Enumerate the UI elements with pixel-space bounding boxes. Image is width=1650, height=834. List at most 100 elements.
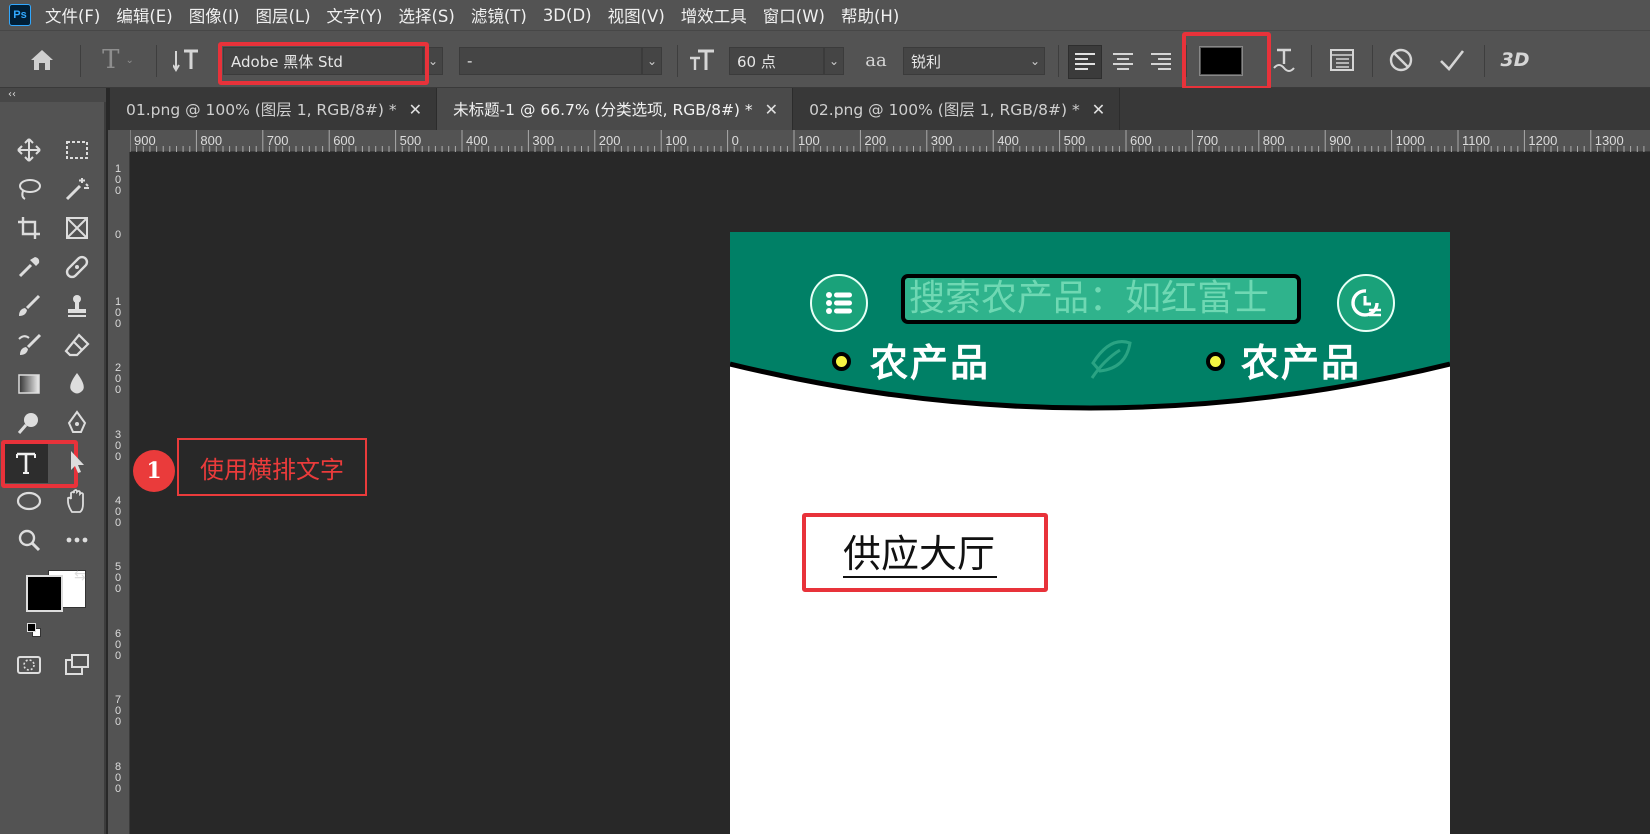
- align-center-button[interactable]: [1106, 45, 1140, 79]
- gradient-tool[interactable]: [9, 367, 49, 401]
- menu-3d[interactable]: 3D(D): [543, 6, 592, 25]
- font-style-dropdown[interactable]: ⌄: [642, 47, 662, 75]
- eyedropper-icon: [18, 257, 40, 278]
- separator: [1058, 45, 1059, 77]
- nav-label-right[interactable]: 农产品: [1241, 332, 1361, 387]
- menu-select[interactable]: 选择(S): [398, 3, 454, 27]
- character-panel-button[interactable]: [1323, 43, 1361, 77]
- screen-mode-button[interactable]: [57, 648, 97, 682]
- menu-edit[interactable]: 编辑(E): [116, 3, 172, 27]
- menu-bar: Ps 文件(F) 编辑(E) 图像(I) 图层(L) 文字(Y) 选择(S) 滤…: [0, 0, 1650, 30]
- menu-type[interactable]: 文字(Y): [327, 3, 383, 27]
- document-tabs: 01.png @ 100% (图层 1, RGB/8#) * ✕ 未标题-1 @…: [110, 88, 1650, 130]
- separator: [1311, 45, 1312, 77]
- horizontal-type-tool[interactable]: [4, 443, 48, 483]
- cancel-icon: [1389, 48, 1413, 72]
- antialias-dropdown[interactable]: ⌄: [1025, 47, 1045, 75]
- ruler-label: 900: [1329, 133, 1351, 148]
- font-size-button[interactable]: [684, 43, 720, 77]
- text-layer-supply-hall[interactable]: 供应大厅: [843, 532, 998, 578]
- font-style-field[interactable]: -: [459, 47, 642, 75]
- close-icon[interactable]: ✕: [1092, 100, 1105, 119]
- menu-help[interactable]: 帮助(H): [841, 3, 899, 27]
- menu-filter[interactable]: 滤镜(T): [471, 3, 527, 27]
- font-size-field[interactable]: 60 点: [729, 47, 824, 75]
- antialias-button[interactable]: aa: [858, 43, 894, 77]
- text-orientation-toggle[interactable]: [168, 43, 208, 77]
- marquee-tool[interactable]: [57, 133, 97, 167]
- menu-plugins[interactable]: 增效工具: [681, 3, 747, 27]
- lasso-tool[interactable]: [9, 172, 49, 206]
- nav-bullet-dot: [832, 352, 851, 371]
- ruler-label: 900: [134, 133, 156, 148]
- separator: [1372, 45, 1373, 77]
- horizontal-ruler[interactable]: 900 800 700 600 500 400 300 200 100 0 100 200 300 400…: [130, 130, 1650, 152]
- lasso-icon: [19, 179, 41, 200]
- ruler-label: 1000: [1395, 133, 1425, 148]
- menu-view[interactable]: 视图(V): [608, 3, 665, 27]
- document-tab[interactable]: 02.png @ 100% (图层 1, RGB/8#) * ✕: [793, 88, 1121, 130]
- quick-mask-button[interactable]: [9, 648, 49, 682]
- font-size-icon: [690, 49, 714, 70]
- eraser-tool[interactable]: [57, 328, 97, 362]
- blur-tool[interactable]: [57, 367, 97, 401]
- foreground-color-swatch[interactable]: [26, 575, 63, 612]
- ruler-label: 300: [114, 428, 122, 463]
- frame-tool[interactable]: [57, 211, 97, 245]
- screen-mode-icon: [65, 654, 89, 675]
- history-round-button[interactable]: [1337, 274, 1395, 332]
- ruler-label: 300: [532, 133, 555, 148]
- warp-text-button[interactable]: [1266, 43, 1302, 77]
- vertical-ruler[interactable]: 100 0 100 200 300 400 500 600 700 800: [108, 152, 130, 834]
- clone-stamp-tool[interactable]: [57, 289, 97, 323]
- crop-tool[interactable]: [9, 211, 49, 245]
- eyedropper-tool[interactable]: [9, 250, 49, 284]
- zoom-tool[interactable]: [9, 523, 49, 557]
- close-icon[interactable]: ✕: [409, 100, 422, 119]
- pen-tool[interactable]: [57, 406, 97, 440]
- menu-file[interactable]: 文件(F): [45, 3, 100, 27]
- home-button[interactable]: [22, 43, 62, 77]
- dodge-tool[interactable]: [9, 406, 49, 440]
- font-family-dropdown[interactable]: ⌄: [423, 47, 443, 75]
- path-selection-tool[interactable]: [57, 445, 97, 479]
- brush-icon: [19, 294, 41, 316]
- toolbar-collapse-button[interactable]: ‹‹: [0, 88, 106, 102]
- 3d-button[interactable]: 3D: [1495, 43, 1535, 77]
- cancel-button[interactable]: [1383, 43, 1419, 77]
- close-icon[interactable]: ✕: [765, 100, 778, 119]
- tool-preset-picker[interactable]: T ⌄: [90, 43, 146, 77]
- menu-layer[interactable]: 图层(L): [255, 3, 310, 27]
- history-brush-tool[interactable]: [9, 328, 49, 362]
- align-center-icon: [1113, 53, 1133, 70]
- ruler-label: 0: [114, 229, 122, 242]
- hand-tool[interactable]: [57, 484, 97, 518]
- healing-brush-tool[interactable]: [57, 250, 97, 284]
- align-left-button[interactable]: [1068, 45, 1102, 79]
- ruler-label: 0: [731, 133, 739, 148]
- menu-image[interactable]: 图像(I): [189, 3, 240, 27]
- font-size-dropdown[interactable]: ⌄: [824, 47, 844, 75]
- document-tab[interactable]: 01.png @ 100% (图层 1, RGB/8#) * ✕: [110, 88, 438, 130]
- menu-window[interactable]: 窗口(W): [763, 3, 825, 27]
- document-canvas[interactable]: 搜索农产品：如红富士 农产品 农产品 供应大厅: [730, 232, 1450, 834]
- align-right-button[interactable]: [1144, 45, 1178, 79]
- brush-tool[interactable]: [9, 289, 49, 323]
- text-color-swatch[interactable]: [1199, 46, 1243, 76]
- search-input[interactable]: 搜索农产品：如红富士: [901, 274, 1301, 324]
- font-family-field[interactable]: Adobe 黑体 Std: [223, 47, 423, 75]
- move-tool[interactable]: [9, 133, 49, 167]
- antialias-field[interactable]: 锐利: [903, 47, 1045, 75]
- more-tools-button[interactable]: [57, 523, 97, 557]
- ruler-origin[interactable]: [108, 130, 130, 152]
- photoshop-logo[interactable]: Ps: [9, 4, 31, 26]
- ellipse-tool[interactable]: [9, 484, 49, 518]
- swap-colors-icon[interactable]: ⇆: [74, 568, 86, 584]
- ruler-label: 100: [665, 133, 687, 148]
- default-colors-button[interactable]: [26, 622, 42, 638]
- magic-wand-tool[interactable]: [57, 172, 97, 206]
- document-tab-active[interactable]: 未标题-1 @ 66.7% (分类选项, RGB/8#) * ✕: [437, 88, 794, 130]
- menu-round-button[interactable]: [810, 274, 868, 332]
- commit-button[interactable]: [1434, 43, 1470, 77]
- nav-label-left[interactable]: 农产品: [870, 332, 990, 387]
